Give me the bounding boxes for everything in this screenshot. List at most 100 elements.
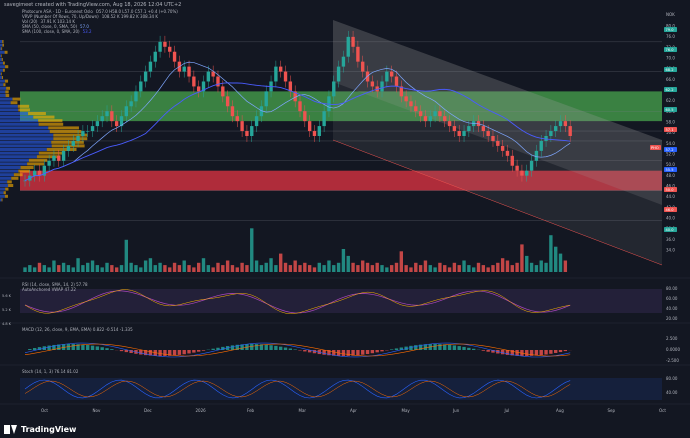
candle-body <box>96 121 99 126</box>
candle-body <box>380 81 383 91</box>
vp-bar-down <box>3 69 5 72</box>
volume-bar <box>409 267 412 272</box>
vp-bar-down <box>33 116 54 119</box>
vp-bar-up <box>0 170 18 173</box>
macd-histogram-bar <box>105 348 108 350</box>
candle-body <box>57 156 60 161</box>
volume-bar <box>351 263 354 272</box>
vp-bar-down <box>1 72 2 75</box>
price-axis-label: 36.0 <box>666 237 675 242</box>
volume-bar <box>482 265 485 272</box>
vp-bar-down <box>6 94 10 97</box>
vp-bar-down <box>21 166 34 169</box>
main-chart[interactable]: NOK80.076.072.070.068.066.064.062.060.05… <box>0 0 690 438</box>
candle-body <box>332 81 335 96</box>
candle-body <box>240 121 243 131</box>
volume-bar <box>91 261 94 273</box>
candle-body <box>559 121 562 126</box>
candle-body <box>125 106 128 116</box>
volume-bar <box>76 258 79 272</box>
vp-bar-up <box>0 62 3 65</box>
macd-histogram-bar <box>250 344 253 350</box>
volume-bar <box>144 261 147 273</box>
price-tag-label: 76.0 <box>666 48 675 52</box>
candle-body <box>149 62 152 72</box>
volume-bar <box>530 263 533 272</box>
volume-bar <box>96 265 99 272</box>
rsi-axis-label: 60.00 <box>666 296 678 301</box>
candle-body <box>245 131 248 136</box>
candle-body <box>250 126 253 136</box>
volume-bar <box>400 251 403 272</box>
legend-values: 108.52 K 199.82 K 308.34 K <box>102 14 158 19</box>
stoch-axis-label: 80.00 <box>666 376 678 381</box>
macd-histogram-bar <box>540 350 543 355</box>
legend-row[interactable]: SMA (100, close, 0, SMA, 20) 53.2 <box>22 29 181 34</box>
macd-histogram-bar <box>139 350 142 355</box>
macd-histogram-bar <box>322 350 325 355</box>
volume-bar <box>43 265 46 272</box>
currency-label: NOK <box>666 12 675 17</box>
candle-body <box>81 131 84 136</box>
candle-body <box>255 116 258 126</box>
price-tag-label: 55.5 <box>666 168 674 172</box>
left-scale-2: 5.2 K <box>2 308 11 312</box>
macd-histogram-bar <box>269 345 272 350</box>
candle-body <box>91 126 94 131</box>
candle-body <box>511 156 514 166</box>
vp-bar-up <box>0 90 5 93</box>
time-axis-label: Jun <box>452 408 460 413</box>
macd-histogram-bar <box>433 344 436 350</box>
vp-bar-down <box>11 177 18 180</box>
candle-body <box>105 111 108 116</box>
candle-body <box>313 131 316 136</box>
vp-bar-down <box>51 141 84 144</box>
stoch-axis-label: 40.00 <box>666 390 678 395</box>
macd-histogram-bar <box>192 350 195 353</box>
vp-bar-up <box>0 134 53 137</box>
left-scale-1: 5.6 K <box>2 294 11 298</box>
price-tag: 46.0 <box>664 207 677 212</box>
price-axis-label: 54.0 <box>666 141 675 146</box>
macd-histogram-bar <box>347 350 350 356</box>
macd-histogram-bar <box>564 350 567 351</box>
macd-histogram-bar <box>279 347 282 350</box>
candle-body <box>414 106 417 111</box>
volume-bar <box>477 263 480 272</box>
candle-body <box>424 116 427 121</box>
macd-histogram-bar <box>197 350 200 352</box>
vp-bar-down <box>38 119 62 122</box>
volume-bar <box>366 263 369 272</box>
vp-bar-up <box>0 173 14 176</box>
candle-body <box>549 131 552 136</box>
candle-body <box>356 47 359 62</box>
price-axis-label: 52.0 <box>666 152 675 157</box>
macd-histogram-bar <box>559 350 562 352</box>
candle-body <box>187 67 190 77</box>
macd-histogram-bar <box>376 350 379 352</box>
time-axis-label: Oct <box>41 408 48 413</box>
volume-bar <box>173 263 176 272</box>
volume-bar <box>269 258 272 272</box>
volume-bar <box>414 263 417 272</box>
volume-bar <box>385 267 388 272</box>
macd-histogram-bar <box>72 344 75 350</box>
volume-bar <box>404 265 407 272</box>
vp-bar-up <box>0 44 2 47</box>
price-tag: 60.5 <box>664 107 677 112</box>
tradingview-footer[interactable]: TradingView <box>4 425 76 434</box>
vp-bar-down <box>28 112 46 115</box>
candle-body <box>390 72 393 77</box>
vp-bar-down <box>2 76 3 79</box>
time-axis-label: Apr <box>350 408 357 413</box>
candle-body <box>134 91 137 101</box>
candle-body <box>86 131 89 132</box>
volume-bar <box>332 265 335 272</box>
volume-bar <box>544 263 547 272</box>
volume-bar <box>540 261 543 273</box>
price-axis-label: 34.0 <box>666 248 675 253</box>
time-axis-label: 2026 <box>196 408 207 413</box>
volume-bar <box>433 267 436 272</box>
vp-bar-up <box>0 137 53 140</box>
vp-bar-up <box>0 105 18 108</box>
